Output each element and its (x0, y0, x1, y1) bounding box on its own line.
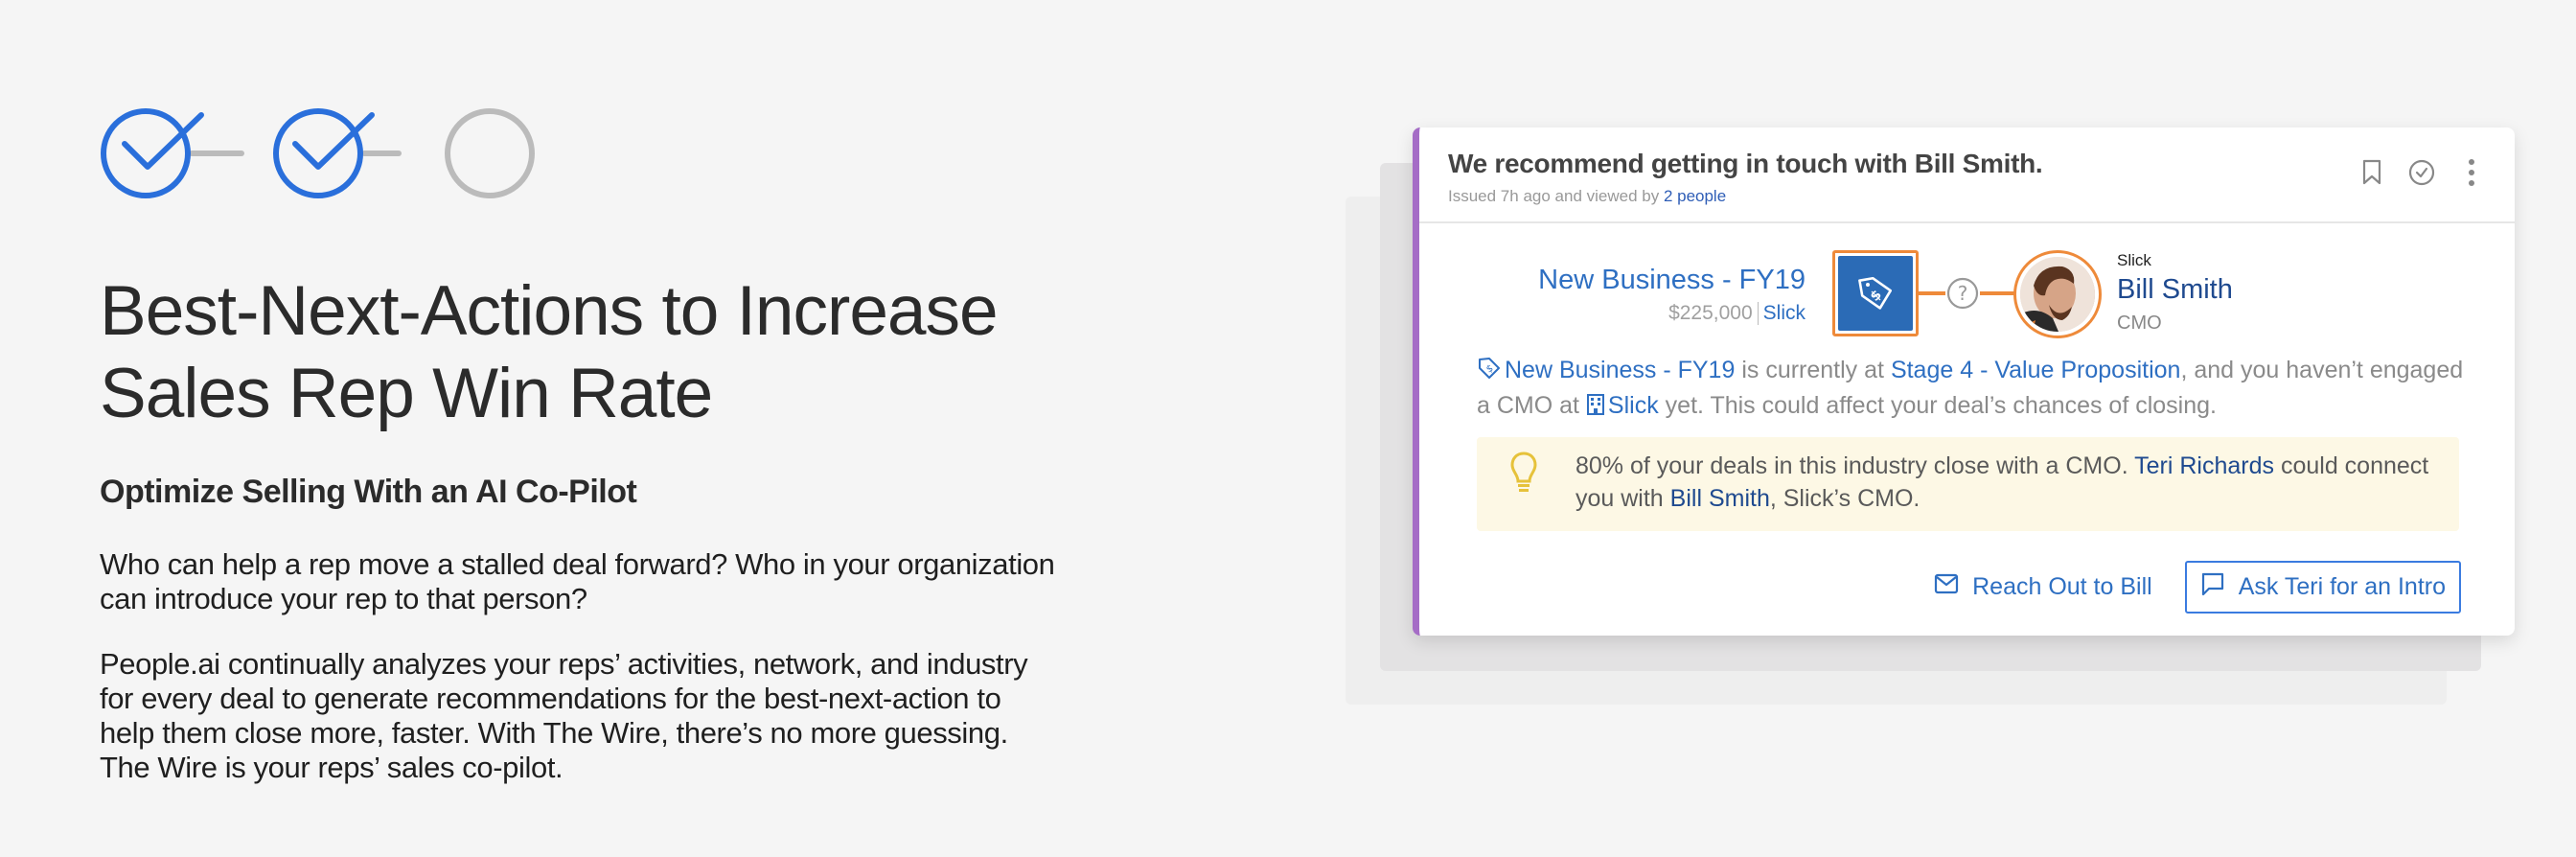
reach-out-button[interactable]: Reach Out to Bill (1934, 573, 2152, 601)
mail-icon (1934, 573, 1959, 601)
intro-paragraph-2: People.ai continually analyzes your reps… (100, 647, 1028, 784)
deal-account-link[interactable]: Slick (1763, 302, 1806, 324)
tip-text-part: 80% of your deals in this industry close… (1576, 452, 2135, 479)
more-vertical-icon[interactable] (2457, 158, 2486, 187)
deal-name-link[interactable]: New Business - FY19 (1505, 357, 1735, 383)
bookmark-icon[interactable] (2358, 158, 2386, 187)
divider (1757, 302, 1759, 326)
account-link[interactable]: Slick (1608, 392, 1659, 419)
tip-box: 80% of your deals in this industry close… (1477, 437, 2459, 531)
chat-bubble-icon (2200, 571, 2225, 603)
ask-intro-label: Ask Teri for an Intro (2238, 573, 2446, 600)
hero-title: Best-Next-Actions to Increase Sales Rep … (100, 270, 1058, 435)
card-actions: Reach Out to Bill Ask Teri for an Intro (1934, 561, 2461, 614)
hero-subtitle: Optimize Selling With an AI Co-Pilot (100, 474, 637, 510)
tip-text: 80% of your deals in this industry close… (1576, 450, 2438, 515)
recommendation-card: We recommend getting in touch with Bill … (1413, 127, 2515, 636)
insight-text: $ New Business - FY19 is currently at St… (1477, 354, 2473, 425)
card-meta-text: Issued 7h ago and viewed by (1448, 187, 1664, 205)
person-title: CMO (2117, 313, 2162, 334)
insight-text-part: is currently at (1735, 357, 1891, 383)
hero-title-line-1: Best-Next-Actions to Increase (100, 272, 999, 350)
person-name-link[interactable]: Bill Smith (2117, 274, 2233, 306)
insight-text-part: yet. This could affect your deal’s chanc… (1658, 392, 2217, 419)
deal-details: $225,000 Slick (1668, 302, 1806, 326)
connector-line (1980, 291, 2014, 295)
svg-text:?: ? (1958, 282, 1968, 305)
price-tag-icon: $ (1477, 356, 1502, 389)
person-link[interactable]: Bill Smith (1670, 485, 1770, 512)
introducer-link[interactable]: Teri Richards (2134, 452, 2274, 479)
avatar-photo (2020, 257, 2095, 332)
connector-line (1919, 291, 1945, 295)
person-avatar[interactable] (2013, 250, 2102, 338)
deal-amount: $225,000 (1668, 302, 1753, 324)
check-circle-icon[interactable] (2407, 158, 2436, 187)
step-3-empty-circle-icon (445, 108, 535, 198)
deal-name-link[interactable]: New Business - FY19 (1538, 265, 1806, 296)
card-meta: Issued 7h ago and viewed by 2 people (1448, 187, 1726, 206)
building-icon (1586, 392, 1605, 425)
ask-intro-button[interactable]: Ask Teri for an Intro (2184, 561, 2461, 614)
reach-out-label: Reach Out to Bill (1972, 573, 2152, 600)
question-circle-icon: ? (1946, 277, 1979, 310)
step-2-check-circle-icon (273, 108, 375, 198)
tip-text-part: , Slick’s CMO. (1769, 485, 1920, 512)
viewers-link[interactable]: 2 people (1664, 187, 1726, 205)
step-1-check-circle-icon (101, 108, 204, 198)
card-title: We recommend getting in touch with Bill … (1448, 149, 2043, 178)
lightbulb-icon (1509, 451, 1538, 500)
stage-link[interactable]: Stage 4 - Value Proposition (1891, 357, 2181, 383)
intro-paragraph-1: Who can help a rep move a stalled deal f… (100, 547, 1055, 615)
card-header-actions (2358, 158, 2486, 187)
price-tag-icon: $ (1838, 256, 1913, 331)
deal-tile[interactable]: $ (1832, 250, 1919, 336)
progress-steps (100, 107, 540, 203)
card-header: We recommend getting in touch with Bill … (1419, 127, 2515, 223)
person-company: Slick (2117, 251, 2151, 269)
hero-title-line-2: Sales Rep Win Rate (100, 355, 713, 432)
